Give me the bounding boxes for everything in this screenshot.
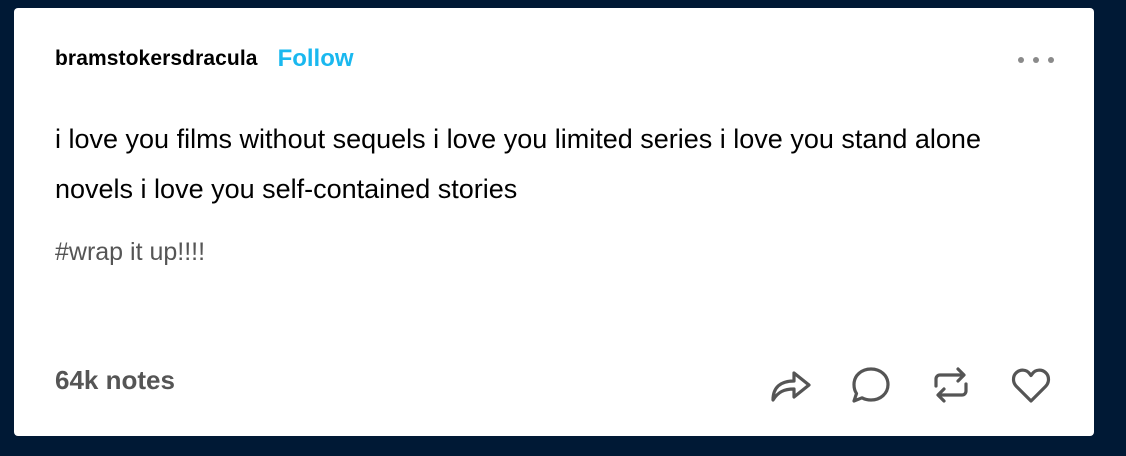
notes-count[interactable]: 64k notes [55, 365, 175, 396]
more-dot [1048, 57, 1054, 63]
post-header: bramstokersdracula Follow [55, 44, 354, 74]
post-card: bramstokersdracula Follow i love you fil… [14, 8, 1094, 436]
more-options-icon[interactable] [1018, 54, 1054, 66]
reply-icon [852, 367, 890, 403]
like-button[interactable] [1006, 360, 1056, 410]
heart-icon [1011, 368, 1051, 403]
share-button[interactable] [766, 360, 816, 410]
share-icon [771, 371, 811, 402]
reblog-button[interactable] [926, 360, 976, 410]
post-tag[interactable]: #wrap it up!!!! [55, 238, 205, 267]
post-actions [766, 360, 1056, 410]
post-body-text: i love you films without sequels i love … [55, 124, 981, 204]
post-username[interactable]: bramstokersdracula [55, 47, 258, 71]
reblog-icon [934, 367, 968, 403]
follow-button[interactable]: Follow [278, 45, 354, 73]
more-dot [1033, 57, 1039, 63]
more-dot [1018, 57, 1024, 63]
reply-button[interactable] [846, 360, 896, 410]
